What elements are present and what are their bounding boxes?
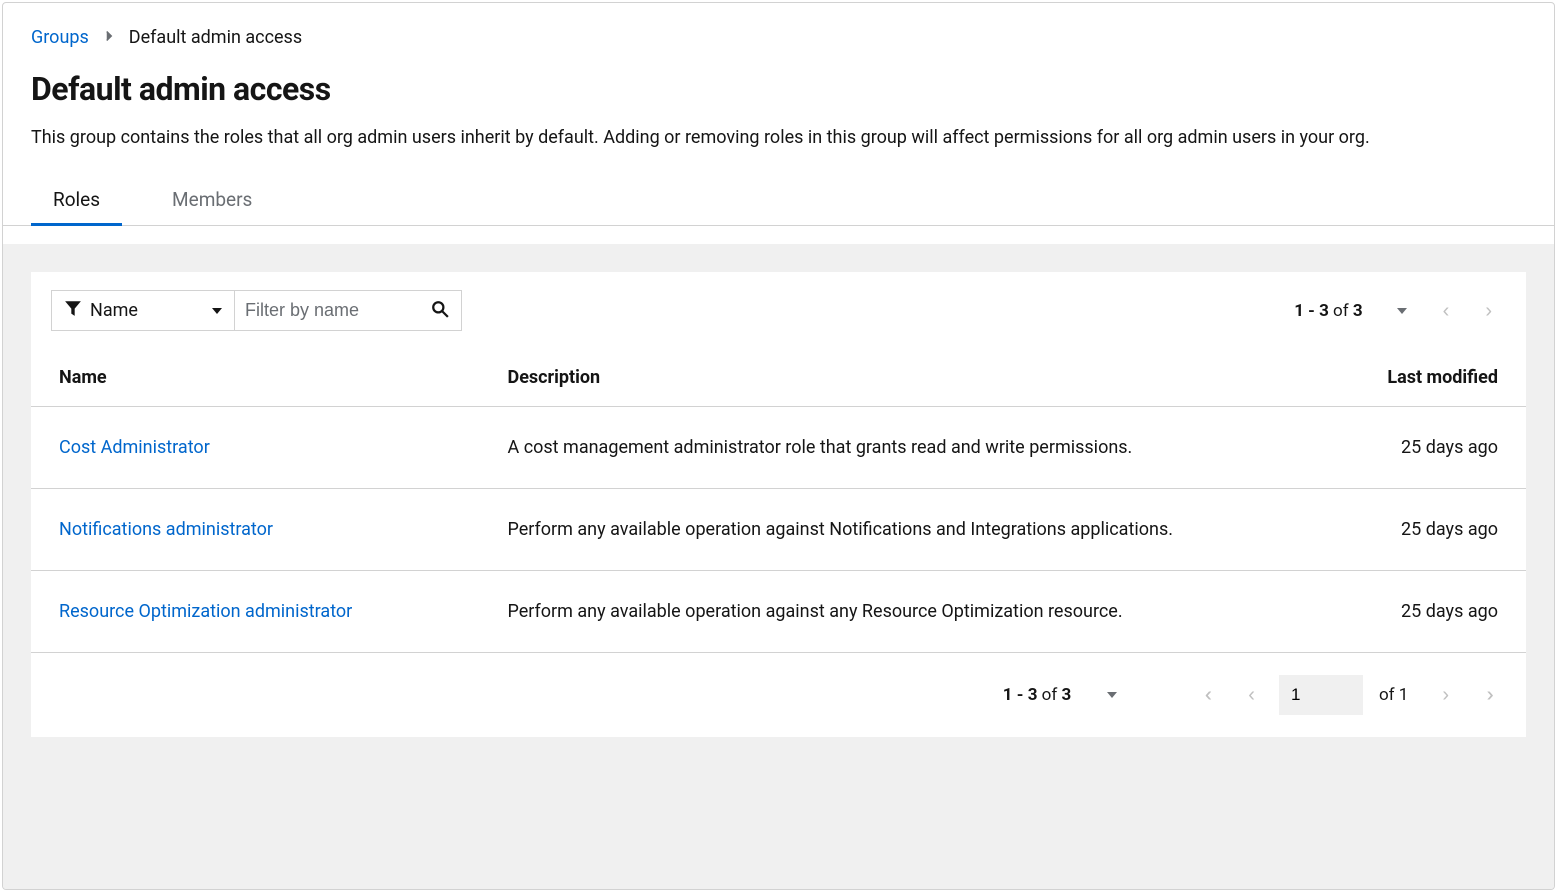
caret-down-icon — [1397, 308, 1407, 314]
content-background: Name 1 - 3 of 3 — [3, 244, 1554, 889]
role-name-link[interactable]: Resource Optimization administrator — [59, 601, 352, 622]
caret-down-icon — [1107, 692, 1117, 698]
table-row: Cost Administrator A cost management adm… — [31, 407, 1526, 489]
chevron-right-icon: › — [1442, 685, 1449, 705]
toolbar-right: 1 - 3 of 3 ‹ › — [1294, 293, 1506, 329]
tab-roles[interactable]: Roles — [31, 188, 122, 226]
role-description: A cost management administrator role tha… — [480, 407, 1228, 489]
of-pages-label: of 1 — [1379, 685, 1408, 705]
chevron-left-icon: ‹ — [1443, 301, 1450, 321]
breadcrumb-current: Default admin access — [129, 27, 302, 48]
table-row: Notifications administrator Perform any … — [31, 489, 1526, 571]
filter-icon — [64, 299, 82, 322]
page-title: Default admin access — [3, 48, 1554, 116]
role-name-link[interactable]: Cost Administrator — [59, 437, 210, 458]
page-number-input[interactable] — [1279, 675, 1363, 715]
toolbar: Name 1 - 3 of 3 — [31, 272, 1526, 349]
table-header-row: Name Description Last modified — [31, 349, 1526, 407]
page-container: Groups Default admin access Default admi… — [2, 2, 1555, 890]
toolbar-left: Name — [51, 290, 462, 331]
pagination-next[interactable]: › — [1428, 677, 1463, 713]
breadcrumb: Groups Default admin access — [3, 3, 1554, 48]
chevron-right-icon: › — [1485, 301, 1492, 321]
filter-field-label: Name — [90, 300, 138, 321]
content-panel: Name 1 - 3 of 3 — [31, 272, 1526, 737]
pagination-last[interactable]: ›› — [1473, 677, 1506, 713]
chevron-left-icon: ‹ — [1248, 685, 1255, 705]
top-pagination-perpage-toggle[interactable] — [1375, 300, 1421, 322]
roles-table: Name Description Last modified Cost Admi… — [31, 349, 1526, 653]
col-header-name: Name — [31, 349, 480, 407]
pagination-first[interactable]: ‹‹ — [1191, 677, 1224, 713]
pagination-prev[interactable]: ‹ — [1234, 677, 1269, 713]
filter-input[interactable] — [235, 292, 431, 329]
tabs: Roles Members — [3, 152, 1554, 226]
top-pagination-next[interactable]: › — [1471, 293, 1506, 329]
bottom-range-value: 1 - 3 — [1003, 685, 1038, 705]
top-pagination-range: 1 - 3 of 3 — [1294, 301, 1362, 321]
col-header-description: Description — [480, 349, 1228, 407]
pagination-footer: 1 - 3 of 3 ‹‹ ‹ of 1 › ›› — [31, 653, 1526, 737]
top-range-value: 1 - 3 — [1294, 301, 1329, 321]
filter-input-wrapper — [235, 290, 462, 331]
search-icon[interactable] — [431, 300, 449, 322]
bottom-range-total: 3 — [1062, 685, 1072, 705]
bottom-pagination-perpage-toggle[interactable] — [1085, 684, 1131, 706]
filter-field-dropdown[interactable]: Name — [51, 290, 235, 331]
role-name-link[interactable]: Notifications administrator — [59, 519, 273, 540]
page-description: This group contains the roles that all o… — [3, 116, 1554, 152]
chevron-right-icon — [103, 30, 115, 46]
tab-members[interactable]: Members — [150, 188, 274, 226]
top-pagination-prev[interactable]: ‹ — [1429, 293, 1464, 329]
top-range-total: 3 — [1353, 301, 1363, 321]
bottom-pagination-range: 1 - 3 of 3 — [1003, 685, 1071, 705]
role-description: Perform any available operation against … — [480, 571, 1228, 653]
role-description: Perform any available operation against … — [480, 489, 1228, 571]
caret-down-icon — [212, 308, 222, 314]
role-modified: 25 days ago — [1227, 407, 1526, 489]
table-row: Resource Optimization administrator Perf… — [31, 571, 1526, 653]
col-header-modified: Last modified — [1227, 349, 1526, 407]
breadcrumb-parent-link[interactable]: Groups — [31, 27, 89, 48]
role-modified: 25 days ago — [1227, 571, 1526, 653]
role-modified: 25 days ago — [1227, 489, 1526, 571]
